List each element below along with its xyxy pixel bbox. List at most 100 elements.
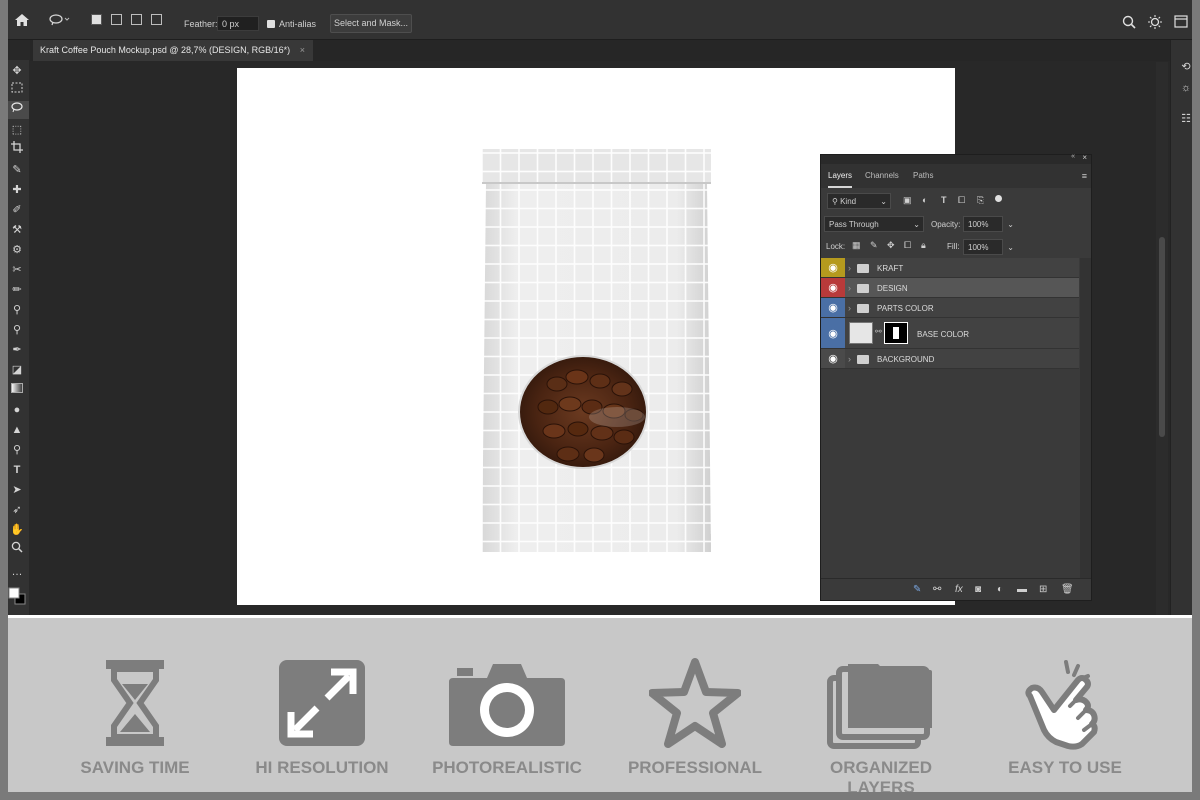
filter-smart-object-icon[interactable]: ⎘: [977, 195, 984, 206]
feature-photorealistic: PHOTOREALISTIC: [422, 658, 592, 778]
scrollbar-thumb[interactable]: [1159, 237, 1165, 437]
expand-chevron-icon[interactable]: ›: [848, 263, 851, 273]
filter-toggle-icon[interactable]: [995, 195, 1002, 202]
document-tab[interactable]: Kraft Coffee Pouch Mockup.psd @ 28,7% (D…: [33, 40, 313, 61]
path-selection-tool-icon[interactable]: ➤: [5, 481, 29, 499]
select-and-mask-button[interactable]: Select and Mask...: [330, 14, 412, 33]
right-dock: ⟲ ☼ ☷: [1170, 40, 1200, 615]
add-mask-icon[interactable]: ◙: [975, 584, 981, 595]
delete-layer-icon[interactable]: 🗑︎: [1061, 584, 1074, 595]
lock-artboard-icon[interactable]: ⧠: [904, 240, 911, 251]
eraser-icon[interactable]: ◪: [5, 361, 29, 379]
visibility-eye-icon[interactable]: ◉: [821, 298, 845, 317]
kind-filter-select[interactable]: ⚲ Kind ⌄: [827, 193, 891, 209]
marquee-tool-icon[interactable]: [5, 81, 29, 99]
type-tool-icon[interactable]: T: [5, 461, 29, 479]
expand-chevron-icon[interactable]: ›: [848, 354, 851, 364]
sharpen-tool-icon[interactable]: ▲: [5, 421, 29, 439]
link-layers-icon[interactable]: ⚯: [933, 584, 941, 595]
fill-input[interactable]: 100% ⌄: [963, 239, 1014, 255]
layers-scrollbar[interactable]: [1080, 258, 1091, 578]
intersect-selection-mode-icon[interactable]: [151, 14, 162, 25]
adjustments-panel-icon[interactable]: ☼: [1179, 82, 1193, 96]
feather-input[interactable]: 0 px: [217, 16, 259, 31]
folder-icon: [857, 355, 869, 364]
lock-position-icon[interactable]: ✥: [887, 240, 895, 251]
brush-settings-icon[interactable]: ✎: [913, 584, 921, 595]
layer-mask-thumbnail[interactable]: [884, 322, 908, 344]
new-group-icon[interactable]: ▬: [1017, 584, 1027, 595]
tab-paths[interactable]: Paths: [913, 164, 933, 188]
visibility-eye-icon[interactable]: ◉: [821, 258, 845, 277]
hand-tool-icon[interactable]: ✋: [5, 521, 29, 539]
layer-parts-color[interactable]: ◉ › PARTS COLOR: [821, 298, 1079, 318]
object-selection-tool-icon[interactable]: ⬚: [5, 121, 29, 139]
feature-saving-time: SAVING TIME: [50, 658, 220, 778]
layer-background[interactable]: ◉ › BACKGROUND: [821, 349, 1079, 369]
dodge-icon[interactable]: ⚲: [5, 441, 29, 459]
filter-pixel-icon[interactable]: ▣: [903, 195, 912, 206]
close-tab-icon[interactable]: ×: [300, 40, 305, 61]
visibility-eye-icon[interactable]: ◉: [821, 278, 845, 297]
visibility-eye-icon[interactable]: ◉: [821, 318, 845, 348]
add-selection-mode-icon[interactable]: [111, 14, 122, 25]
feature-professional: PROFESSIONAL: [610, 658, 780, 778]
fx-icon[interactable]: fx: [955, 584, 963, 595]
search-icon[interactable]: [1122, 15, 1136, 31]
dodge-tool-icon[interactable]: ⚲: [5, 321, 29, 339]
eraser-tool-icon[interactable]: ✂: [5, 261, 29, 279]
blur-tool-icon[interactable]: ⚲: [5, 301, 29, 319]
direct-selection-tool-icon[interactable]: ➶: [5, 501, 29, 519]
filter-type-icon[interactable]: T: [941, 195, 947, 205]
more-tools-icon[interactable]: …: [5, 563, 29, 581]
visibility-eye-icon[interactable]: ◉: [821, 349, 845, 368]
filter-adjustment-icon[interactable]: ◐: [922, 195, 927, 205]
canvas-scrollbar[interactable]: [1156, 62, 1168, 615]
panel-menu-icon[interactable]: ≡: [1082, 171, 1087, 181]
zoom-tool-icon[interactable]: [5, 541, 29, 559]
tab-channels[interactable]: Channels: [865, 164, 899, 188]
properties-panel-icon[interactable]: ☷: [1179, 112, 1193, 126]
history-panel-icon[interactable]: ⟲: [1179, 60, 1193, 74]
lasso-tool-icon[interactable]: [49, 14, 71, 28]
expand-chevron-icon[interactable]: ›: [848, 283, 851, 293]
move-tool-icon[interactable]: ✥: [5, 62, 29, 80]
new-layer-icon[interactable]: ⊞: [1039, 584, 1047, 595]
layer-name: KRAFT: [877, 264, 904, 273]
collapse-icon[interactable]: «: [1071, 153, 1075, 160]
tab-layers[interactable]: Layers: [828, 164, 853, 188]
layer-kraft[interactable]: ◉ › KRAFT: [821, 258, 1079, 278]
blur-drop-icon[interactable]: ●: [5, 401, 29, 419]
opacity-input[interactable]: 100% ⌄: [963, 216, 1014, 232]
link-icon[interactable]: ⚯: [875, 327, 882, 336]
healing-brush-tool-icon[interactable]: ✚: [5, 181, 29, 199]
lock-image-icon[interactable]: ✎: [870, 240, 878, 251]
pen-tool-icon[interactable]: ✒: [5, 341, 29, 359]
workspace-icon[interactable]: [1174, 15, 1188, 30]
feather-label: Feather:: [184, 19, 218, 29]
history-brush-tool-icon[interactable]: ⚙: [5, 241, 29, 259]
clone-stamp-tool-icon[interactable]: ⚒: [5, 221, 29, 239]
color-swatches-icon[interactable]: [5, 586, 29, 605]
stacked-folders-icon: [827, 664, 932, 749]
brush-tool-icon[interactable]: ✐: [5, 201, 29, 219]
blend-mode-select[interactable]: Pass Through ⌄: [824, 216, 924, 232]
lasso-tool-icon[interactable]: [5, 101, 29, 119]
new-selection-mode-icon[interactable]: [91, 14, 102, 25]
filter-shape-icon[interactable]: ⧠: [958, 195, 965, 206]
discover-bulb-icon[interactable]: [1147, 14, 1163, 32]
antialias-checkbox[interactable]: [267, 20, 275, 28]
adjustment-layer-icon[interactable]: ◐: [997, 584, 1003, 595]
lock-transparent-icon[interactable]: ▦: [852, 240, 861, 251]
subtract-selection-mode-icon[interactable]: [131, 14, 142, 25]
eyedropper-tool-icon[interactable]: ✎: [5, 161, 29, 179]
gradient-tool-icon[interactable]: ✏: [5, 281, 29, 299]
layer-design[interactable]: ◉ › DESIGN: [821, 278, 1079, 298]
lock-all-icon[interactable]: 🔒︎: [921, 240, 926, 251]
home-icon[interactable]: [14, 13, 30, 29]
layer-base-color[interactable]: ◉ ⚯ BASE COLOR: [821, 318, 1079, 349]
expand-chevron-icon[interactable]: ›: [848, 303, 851, 313]
gradient-icon[interactable]: [5, 381, 29, 399]
crop-tool-icon[interactable]: [5, 141, 29, 159]
panel-close-icon[interactable]: ×: [1082, 153, 1087, 162]
